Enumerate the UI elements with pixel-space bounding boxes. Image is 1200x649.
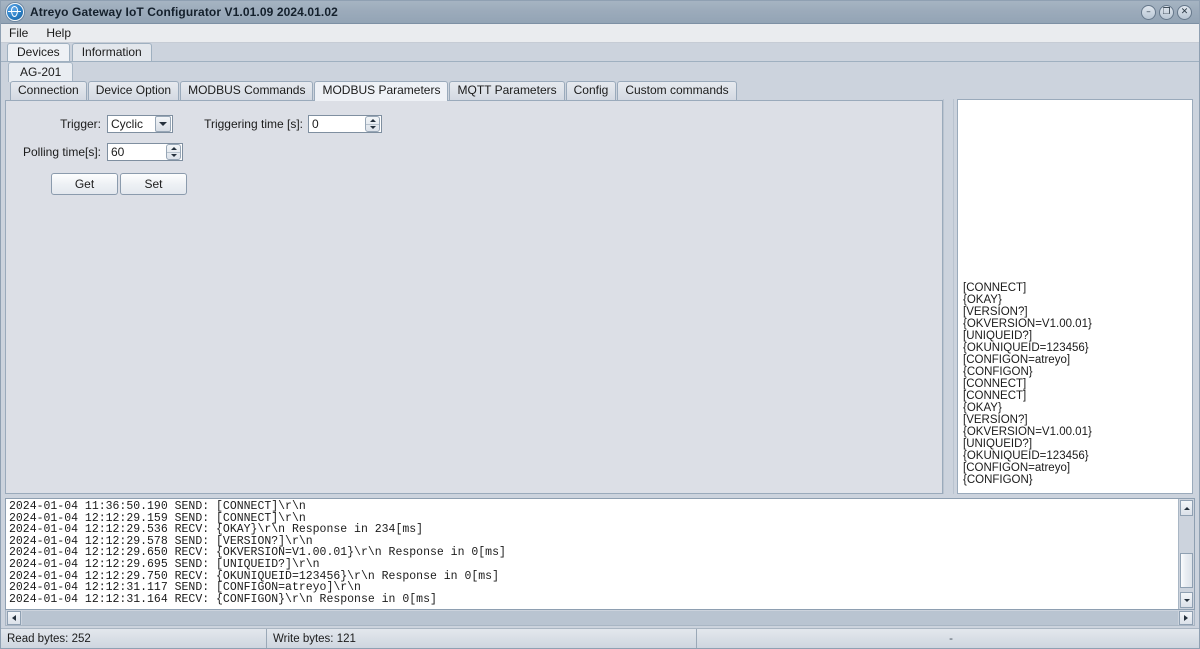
- side-log-line: {OKAY}: [963, 402, 1002, 414]
- menu-bar: File Help: [1, 24, 1199, 43]
- side-log-line: [CONFIGON=atreyo]: [963, 354, 1071, 366]
- trigger-value: Cyclic: [111, 117, 143, 131]
- console-log-line: 2024-01-04 12:12:29.695 SEND: [UNIQUEID?…: [9, 557, 320, 571]
- tab-mqtt-parameters[interactable]: MQTT Parameters: [449, 81, 565, 100]
- upper-region: Connection Device Option MODBUS Commands…: [5, 81, 1195, 494]
- status-write-bytes: Write bytes: 121: [267, 629, 697, 648]
- menu-item-help[interactable]: Help: [44, 25, 79, 42]
- status-read-bytes: Read bytes: 252: [1, 629, 267, 648]
- side-log-line: [VERSION?]: [963, 414, 1028, 426]
- tab-device-option[interactable]: Device Option: [87, 81, 180, 100]
- globe-icon: [6, 3, 24, 21]
- content-area: Connection Device Option MODBUS Commands…: [1, 81, 1199, 628]
- get-button[interactable]: Get: [51, 173, 118, 195]
- side-log-line: [UNIQUEID?]: [963, 330, 1033, 342]
- modbus-parameters-form: Trigger: Cyclic Triggering time [s]: 0 P…: [6, 101, 942, 195]
- tab-config[interactable]: Config: [565, 81, 617, 100]
- top-tab-bar: Devices Information: [1, 43, 1199, 62]
- spin-up-icon[interactable]: [366, 117, 379, 125]
- scroll-left-icon[interactable]: [7, 610, 21, 625]
- polling-time-stepper[interactable]: 60: [107, 143, 183, 161]
- side-log-panel: [CONNECT] {OKAY} [VERSION?] {OKVERSION=V1.0…: [943, 82, 1195, 494]
- side-log-line: {OKUNIQUEID=123456}: [963, 450, 1089, 462]
- tab-devices[interactable]: Devices: [7, 43, 70, 61]
- side-log-line: [UNIQUEID?]: [963, 438, 1033, 450]
- side-log-box[interactable]: [CONNECT] {OKAY} [VERSION?] {OKVERSION=V1.0…: [957, 99, 1193, 494]
- trigger-row: Trigger: Cyclic Triggering time [s]: 0: [6, 115, 942, 133]
- window-title: Atreyo Gateway IoT Configurator V1.01.09…: [30, 5, 338, 19]
- parameters-panel: Connection Device Option MODBUS Commands…: [5, 81, 943, 494]
- close-button[interactable]: ✕: [1177, 4, 1192, 20]
- maximize-icon: ❐: [1162, 6, 1171, 17]
- console-hscroll-track[interactable]: [22, 610, 1178, 625]
- polling-time-row: Polling time[s]: 60: [6, 143, 942, 161]
- action-buttons: Get Set: [6, 173, 942, 195]
- side-log-lines: [CONNECT] {OKAY} [VERSION?] {OKVERSION=V1.0…: [958, 282, 1192, 493]
- console-log-lines: 2024-01-04 11:36:50.190 SEND: [CONNECT]\…: [6, 499, 1178, 609]
- console-horizontal-scrollbar[interactable]: [5, 610, 1195, 626]
- trigger-label: Trigger:: [60, 117, 101, 131]
- console-region: 2024-01-04 11:36:50.190 SEND: [CONNECT]\…: [5, 494, 1195, 628]
- tab-ag-201[interactable]: AG-201: [8, 62, 74, 82]
- chevron-down-icon[interactable]: [155, 116, 171, 132]
- window-controls: – ❐ ✕: [1141, 4, 1195, 20]
- polling-time-spin-buttons[interactable]: [166, 144, 181, 160]
- scroll-up-icon[interactable]: [1180, 500, 1193, 516]
- tab-custom-commands[interactable]: Custom commands: [617, 81, 737, 100]
- tab-information[interactable]: Information: [71, 43, 152, 61]
- console-vertical-scrollbar[interactable]: [1178, 499, 1194, 609]
- title-bar: Atreyo Gateway IoT Configurator V1.01.09…: [1, 1, 1199, 24]
- status-bar: Read bytes: 252 Write bytes: 121 -: [1, 628, 1199, 648]
- side-log-line: {OKUNIQUEID=123456}: [963, 342, 1089, 354]
- console-log-line: 2024-01-04 11:36:50.190 SEND: [CONNECT]\…: [9, 500, 306, 513]
- status-extra: -: [949, 632, 953, 645]
- trigger-select[interactable]: Cyclic: [107, 115, 173, 133]
- side-log-line: {OKAY}: [963, 294, 1002, 306]
- menu-item-file[interactable]: File: [7, 25, 36, 42]
- application-window: Atreyo Gateway IoT Configurator V1.01.09…: [0, 0, 1200, 649]
- scroll-down-icon[interactable]: [1180, 592, 1193, 608]
- console-log-line: 2024-01-04 12:12:31.117 SEND: [CONFIGON=…: [9, 581, 361, 595]
- console-vscroll-thumb[interactable]: [1180, 552, 1193, 589]
- side-log-line: {OKVERSION=V1.00.01}: [963, 426, 1092, 438]
- spin-up-icon[interactable]: [167, 145, 180, 153]
- maximize-button[interactable]: ❐: [1159, 4, 1174, 20]
- panel-splitter[interactable]: [943, 99, 954, 494]
- side-log-line: [VERSION?]: [963, 306, 1028, 318]
- side-log-line: [CONFIGON=atreyo]: [963, 462, 1071, 474]
- tab-connection[interactable]: Connection: [10, 81, 87, 100]
- console-vscroll-track[interactable]: [1180, 517, 1193, 591]
- close-icon: ✕: [1180, 6, 1189, 17]
- spin-down-icon[interactable]: [366, 125, 379, 132]
- triggering-time-stepper[interactable]: 0: [308, 115, 382, 133]
- spin-down-icon[interactable]: [167, 153, 180, 160]
- side-log-line: [CONNECT]: [963, 282, 1027, 294]
- triggering-time-label: Triggering time [s]:: [204, 117, 303, 131]
- device-tab-bar: AG-201: [1, 62, 1199, 82]
- minimize-icon: –: [1146, 6, 1151, 17]
- console-log-box[interactable]: 2024-01-04 11:36:50.190 SEND: [CONNECT]\…: [5, 498, 1195, 610]
- side-log-line: [CONNECT]: [963, 390, 1027, 402]
- tab-modbus-parameters[interactable]: MODBUS Parameters: [314, 81, 449, 101]
- polling-time-label: Polling time[s]:: [22, 145, 101, 159]
- modbus-parameters-page: Trigger: Cyclic Triggering time [s]: 0 P…: [5, 100, 943, 494]
- tab-modbus-commands[interactable]: MODBUS Commands: [180, 81, 314, 100]
- side-log-line: {CONFIGON}: [963, 474, 1033, 486]
- minimize-button[interactable]: –: [1141, 4, 1156, 20]
- side-log-line: {CONFIGON}: [963, 366, 1033, 378]
- triggering-time-value: 0: [312, 117, 319, 131]
- scroll-right-icon[interactable]: [1179, 610, 1193, 625]
- polling-time-value: 60: [111, 145, 125, 159]
- set-button[interactable]: Set: [120, 173, 187, 195]
- triggering-time-spin-buttons[interactable]: [365, 116, 380, 132]
- side-log-line: [CONNECT]: [963, 378, 1027, 390]
- console-log-line: 2024-01-04 12:12:31.164 RECV: {CONFIGON}…: [9, 592, 437, 606]
- inner-tab-bar: Connection Device Option MODBUS Commands…: [5, 81, 943, 101]
- side-log-line: {OKVERSION=V1.00.01}: [963, 318, 1092, 330]
